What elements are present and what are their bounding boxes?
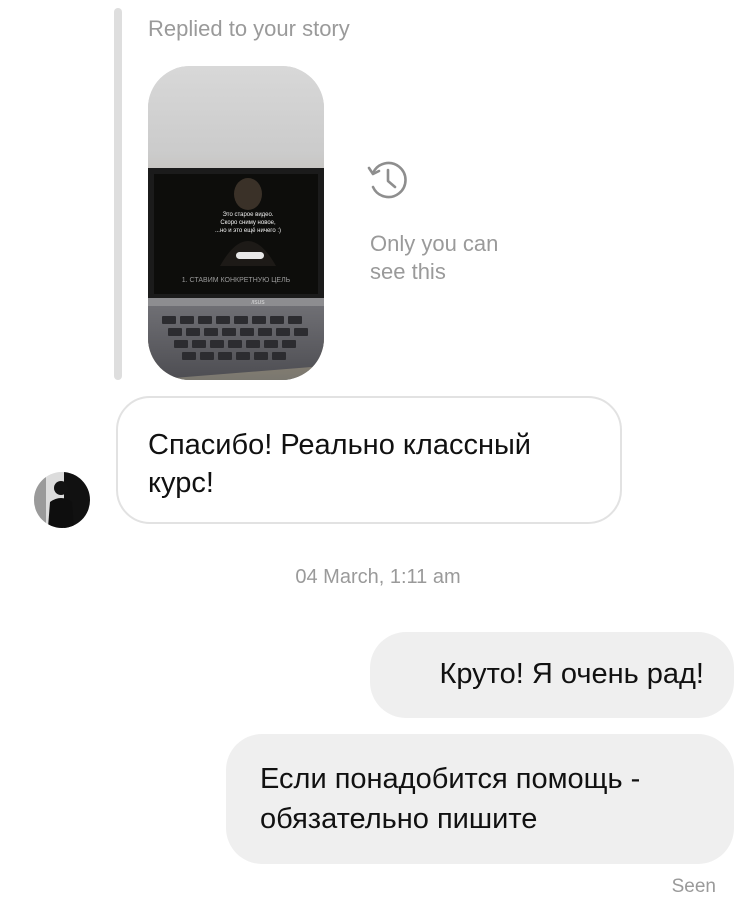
story-image: Это старое видео. Скоро сниму новое, ...… [148, 66, 324, 380]
privacy-note-line-1: Only you can [370, 231, 499, 256]
avatar-image [34, 472, 90, 528]
incoming-message-line-2: курс! [148, 467, 214, 499]
privacy-note-line-2: see this [370, 259, 446, 284]
overlay-line-2: Скоро сниму новое, [220, 220, 276, 226]
reply-quote-bar [114, 8, 122, 380]
story-thumbnail[interactable]: Это старое видео. Скоро сниму новое, ...… [148, 66, 324, 380]
overlay-bottom-text: 1. СТАВИМ КОНКРЕТНУЮ ЦЕЛЬ [182, 277, 291, 284]
outgoing-message[interactable]: Если понадобится помощь - обязательно пи… [226, 734, 734, 864]
message-timestamp: 04 March, 1:11 am [295, 566, 461, 588]
user-avatar[interactable] [34, 472, 90, 528]
overlay-line-3: ...но и это ещё ничего :) [215, 228, 281, 234]
incoming-message[interactable]: Спасибо! Реально классный курс! [116, 396, 622, 524]
incoming-message-line-1: Спасибо! Реально классный [148, 429, 532, 461]
outgoing-message[interactable]: Круто! Я очень рад! [370, 632, 734, 718]
overlay-line-1: Это старое видео. [222, 212, 273, 218]
outgoing-message-line-2: обязательно пишите [260, 803, 538, 835]
seen-status: Seen [671, 876, 716, 897]
reply-caption: Replied to your story [148, 16, 350, 41]
privacy-note: Only you can see this [370, 230, 498, 286]
laptop-brand: /ISUS [251, 300, 265, 306]
outgoing-message-line-1: Если понадобится помощь - [260, 763, 641, 795]
history-clock-icon [367, 161, 407, 199]
